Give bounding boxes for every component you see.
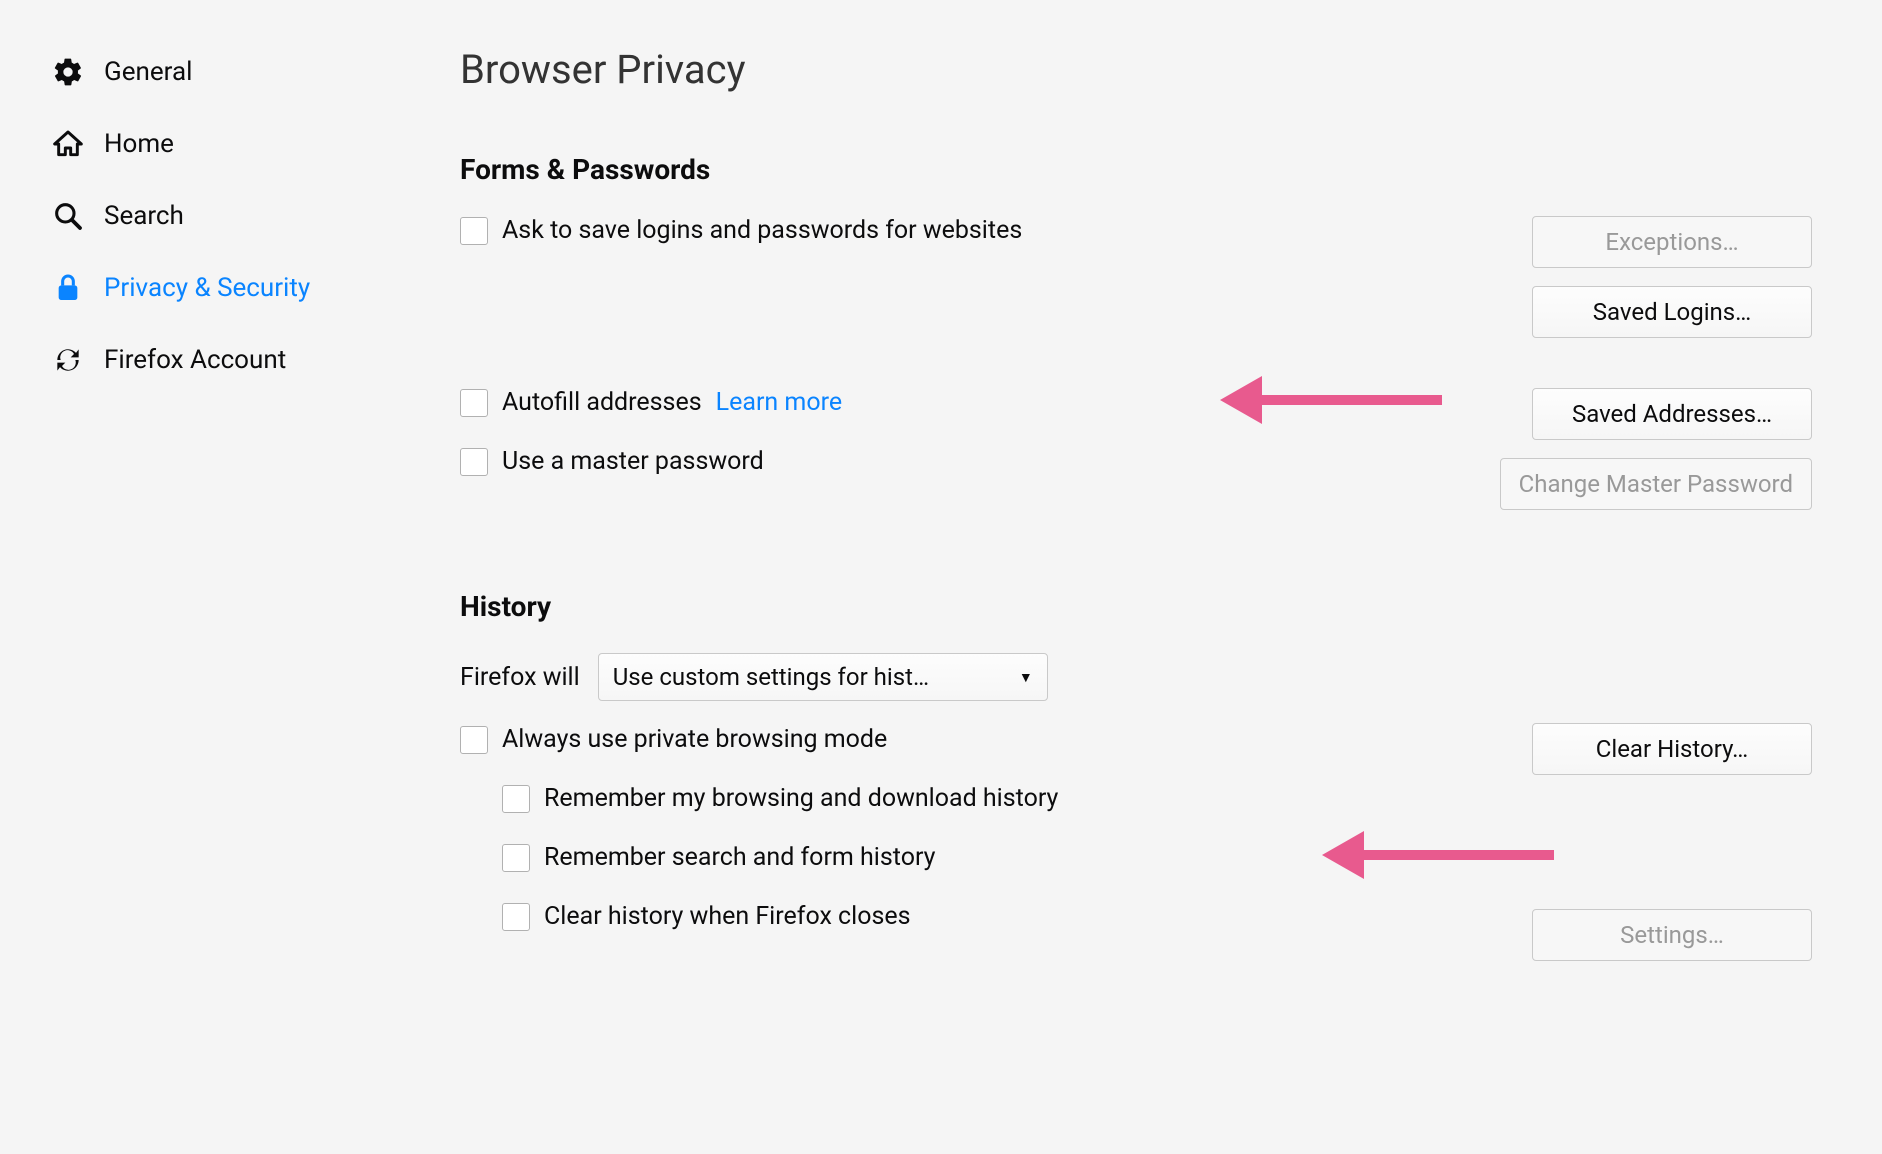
- home-icon: [50, 126, 86, 162]
- lock-icon: [50, 270, 86, 306]
- clear-on-close-row: Clear history when Firefox closes: [502, 902, 1512, 931]
- main-content: Browser Privacy Forms & Passwords Ask to…: [400, 36, 1842, 1118]
- master-password-checkbox[interactable]: [460, 448, 488, 476]
- clear-history-button[interactable]: Clear History…: [1532, 723, 1812, 775]
- history-settings-button[interactable]: Settings…: [1532, 909, 1812, 961]
- private-browsing-label: Always use private browsing mode: [502, 725, 887, 754]
- remember-browsing-label: Remember my browsing and download histor…: [544, 784, 1058, 813]
- sidebar-item-label: General: [104, 57, 192, 87]
- sidebar-item-general[interactable]: General: [40, 36, 400, 108]
- sidebar-item-firefox-account[interactable]: Firefox Account: [40, 324, 400, 396]
- history-section: History Firefox will Use custom settings…: [460, 590, 1812, 961]
- section-title-forms: Forms & Passwords: [460, 153, 1812, 186]
- annotation-arrow-icon: [1322, 831, 1554, 879]
- master-password-row: Use a master password: [460, 447, 1480, 476]
- clear-on-close-label: Clear history when Firefox closes: [544, 902, 911, 931]
- change-master-password-button[interactable]: Change Master Password: [1500, 458, 1812, 510]
- remember-browsing-row: Remember my browsing and download histor…: [502, 784, 1512, 813]
- sidebar: General Home Search Privacy & Security F…: [40, 36, 400, 1118]
- master-password-label: Use a master password: [502, 447, 764, 476]
- saved-addresses-button[interactable]: Saved Addresses…: [1532, 388, 1812, 440]
- remember-browsing-checkbox[interactable]: [502, 785, 530, 813]
- sidebar-item-label: Privacy & Security: [104, 273, 310, 303]
- sidebar-item-privacy-security[interactable]: Privacy & Security: [40, 252, 400, 324]
- history-mode-value: Use custom settings for hist…: [613, 663, 929, 691]
- sidebar-item-label: Home: [104, 129, 174, 159]
- firefox-will-row: Firefox will Use custom settings for his…: [460, 653, 1512, 701]
- sidebar-item-label: Search: [104, 201, 184, 231]
- remember-search-label: Remember search and form history: [544, 843, 936, 872]
- autofill-addresses-checkbox[interactable]: [460, 389, 488, 417]
- private-browsing-checkbox[interactable]: [460, 726, 488, 754]
- learn-more-link[interactable]: Learn more: [716, 388, 842, 417]
- ask-save-logins-label: Ask to save logins and passwords for web…: [502, 216, 1022, 245]
- remember-search-checkbox[interactable]: [502, 844, 530, 872]
- exceptions-button[interactable]: Exceptions…: [1532, 216, 1812, 268]
- sidebar-item-label: Firefox Account: [104, 345, 286, 375]
- section-title-history: History: [460, 590, 1812, 623]
- sidebar-item-home[interactable]: Home: [40, 108, 400, 180]
- gear-icon: [50, 54, 86, 90]
- autofill-addresses-label: Autofill addresses: [502, 388, 702, 417]
- ask-save-logins-checkbox[interactable]: [460, 217, 488, 245]
- page-title: Browser Privacy: [460, 46, 1812, 93]
- sync-icon: [50, 342, 86, 378]
- forms-passwords-section: Forms & Passwords Ask to save logins and…: [460, 153, 1812, 510]
- saved-logins-button[interactable]: Saved Logins…: [1532, 286, 1812, 338]
- chevron-down-icon: ▼: [1019, 669, 1033, 686]
- sidebar-item-search[interactable]: Search: [40, 180, 400, 252]
- ask-save-logins-row: Ask to save logins and passwords for web…: [460, 216, 1512, 245]
- private-browsing-row: Always use private browsing mode: [460, 725, 1512, 754]
- clear-on-close-checkbox[interactable]: [502, 903, 530, 931]
- autofill-addresses-row: Autofill addresses Learn more: [460, 388, 1480, 417]
- history-mode-select[interactable]: Use custom settings for hist… ▼: [598, 653, 1048, 701]
- annotation-arrow-icon: [1220, 376, 1442, 424]
- remember-search-row: Remember search and form history: [502, 843, 1512, 872]
- search-icon: [50, 198, 86, 234]
- firefox-will-label: Firefox will: [460, 663, 580, 692]
